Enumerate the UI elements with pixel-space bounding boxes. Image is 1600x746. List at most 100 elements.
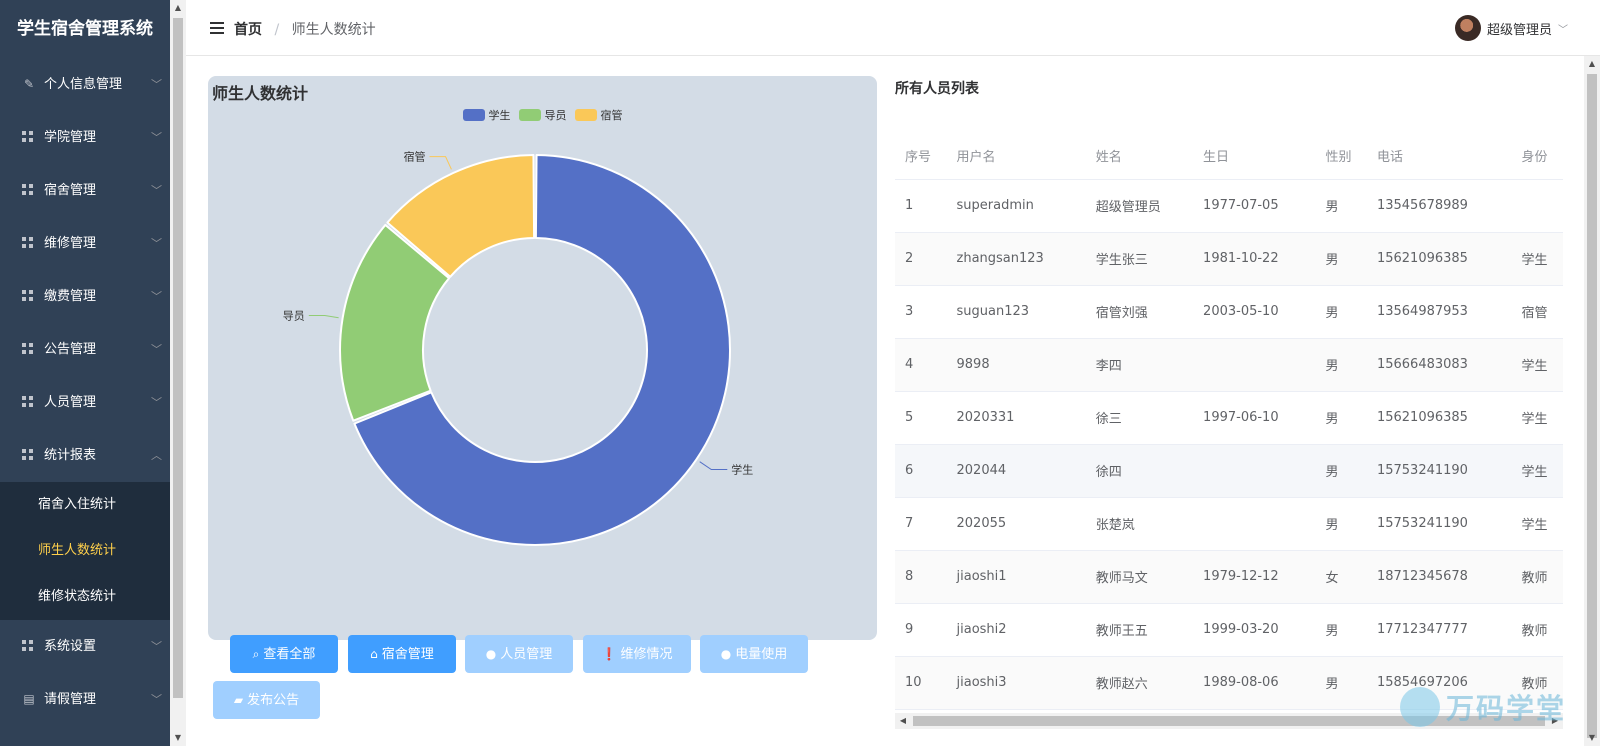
column-header[interactable]: 身份 bbox=[1511, 132, 1563, 180]
table-cell bbox=[1193, 497, 1316, 551]
watermark: 万码学堂 bbox=[1400, 687, 1566, 727]
sidebar-item[interactable]: 人员管理 ﹀ bbox=[0, 376, 170, 429]
avatar[interactable] bbox=[1454, 15, 1481, 41]
table-cell: 男 bbox=[1315, 444, 1367, 498]
label-leader-line bbox=[308, 315, 339, 319]
table-row[interactable]: 8 jiaoshi1 教师马文 1979-12-12 女 18712345678 教师 bbox=[895, 550, 1563, 604]
menu-toggle-icon[interactable] bbox=[210, 22, 224, 34]
column-header[interactable]: 生日 bbox=[1193, 132, 1316, 180]
table-cell: 9 bbox=[895, 603, 947, 657]
table-cell: 学生 bbox=[1511, 338, 1563, 392]
button-label: 电量使用 bbox=[735, 647, 788, 662]
table-cell: 10 bbox=[895, 656, 947, 710]
action-button[interactable]: ❗ 维修情况 bbox=[583, 635, 691, 673]
table-cell bbox=[1193, 338, 1316, 392]
table-row[interactable]: 5 2020331 徐三 1997-06-10 男 15621096385 学生 bbox=[895, 391, 1563, 445]
table-cell: 李四 bbox=[1085, 338, 1194, 392]
column-header[interactable]: 序号 bbox=[895, 132, 947, 180]
sidebar-item[interactable]: ▤ 请假管理 ﹀ bbox=[0, 673, 170, 726]
main-vertical-scrollbar[interactable]: ▲ ▼ bbox=[1584, 56, 1600, 746]
table-cell: 女 bbox=[1315, 550, 1367, 604]
sidebar-item[interactable]: 学院管理 ﹀ bbox=[0, 111, 170, 164]
grid-icon bbox=[22, 131, 33, 142]
table-cell: 1997-06-10 bbox=[1193, 391, 1316, 445]
action-button[interactable]: ● 电量使用 bbox=[700, 635, 808, 673]
chevron-down-icon: ﹀ bbox=[151, 78, 162, 91]
table-cell: 13545678989 bbox=[1366, 179, 1512, 233]
table-row[interactable]: 3 suguan123 宿管刘强 2003-05-10 男 13564987953 宿管 bbox=[895, 285, 1563, 339]
sidebar-item[interactable]: 公告管理 ﹀ bbox=[0, 323, 170, 376]
table-cell: 教师赵六 bbox=[1085, 656, 1194, 710]
table-cell: 8 bbox=[895, 550, 947, 604]
sidebar-item-label: 缴费管理 bbox=[44, 289, 97, 304]
watermark-logo-icon bbox=[1400, 687, 1440, 727]
search-icon: ⌕ bbox=[252, 647, 260, 661]
table-cell: jiaoshi1 bbox=[946, 550, 1086, 604]
table-cell: 学生 bbox=[1511, 391, 1563, 445]
table-cell: 1979-12-12 bbox=[1193, 550, 1316, 604]
column-header[interactable]: 姓名 bbox=[1085, 132, 1194, 180]
sidebar-item[interactable]: 宿舍管理 ﹀ bbox=[0, 164, 170, 217]
sidebar-item[interactable]: 系统设置 ﹀ bbox=[0, 620, 170, 673]
scroll-left-arrow-icon[interactable]: ◀ bbox=[895, 713, 911, 729]
table-cell: 202044 bbox=[946, 444, 1086, 498]
people-table: 序号 用户名 姓名 生日 性别 电话 身份 1 superadmin 超级管理员 1977-07-… bbox=[895, 132, 1563, 710]
table-row[interactable]: 1 superadmin 超级管理员 1977-07-05 男 13545678989 bbox=[895, 179, 1563, 233]
table-row[interactable]: 6 202044 徐四 男 15753241190 学生 bbox=[895, 444, 1563, 498]
user-name[interactable]: 超级管理员 bbox=[1487, 19, 1552, 38]
sidebar-subitem[interactable]: 师生人数统计 bbox=[0, 528, 170, 574]
button-label: 查看全部 bbox=[263, 647, 316, 662]
sidebar-subitem[interactable]: 维修状态统计 bbox=[0, 574, 170, 620]
table-row[interactable]: 9 jiaoshi2 教师王五 1999-03-20 男 17712347777 教师 bbox=[895, 603, 1563, 657]
table-cell: 男 bbox=[1315, 338, 1367, 392]
action-button[interactable]: ⌂ 宿舍管理 bbox=[348, 635, 456, 673]
slice-label: 导员 bbox=[283, 310, 305, 323]
sidebar-scroll-thumb[interactable] bbox=[173, 18, 183, 698]
chevron-down-icon[interactable]: ﹀ bbox=[1558, 21, 1568, 36]
button-label: 发布公告 bbox=[247, 693, 300, 708]
table-cell: 男 bbox=[1315, 232, 1367, 286]
table-cell: 1981-10-22 bbox=[1193, 232, 1316, 286]
table-row[interactable]: 4 9898 李四 男 15666483083 学生 bbox=[895, 338, 1563, 392]
table-cell: 7 bbox=[895, 497, 947, 551]
scroll-up-arrow-icon[interactable]: ▲ bbox=[1584, 56, 1600, 72]
scroll-up-arrow-icon[interactable]: ▲ bbox=[170, 0, 186, 16]
table-cell: 教师 bbox=[1511, 603, 1563, 657]
grid-icon bbox=[22, 343, 33, 354]
table-cell: 15621096385 bbox=[1366, 232, 1512, 286]
main-scroll-thumb[interactable] bbox=[1587, 74, 1597, 738]
column-header[interactable]: 电话 bbox=[1366, 132, 1512, 180]
sidebar-item[interactable]: 维修管理 ﹀ bbox=[0, 217, 170, 270]
slice-label: 宿管 bbox=[404, 150, 426, 164]
breadcrumb-home[interactable]: 首页 bbox=[234, 22, 262, 38]
table-row[interactable]: 2 zhangsan123 学生张三 1981-10-22 男 15621096385 学生 bbox=[895, 232, 1563, 286]
table-cell: 男 bbox=[1315, 285, 1367, 339]
home-icon: ⌂ bbox=[370, 647, 378, 661]
sidebar-item[interactable]: 统计报表 ︿ bbox=[0, 429, 170, 482]
sidebar-item[interactable]: 缴费管理 ﹀ bbox=[0, 270, 170, 323]
scroll-down-arrow-icon[interactable]: ▼ bbox=[1584, 730, 1600, 746]
column-header[interactable]: 性别 bbox=[1315, 132, 1367, 180]
table-cell: 3 bbox=[895, 285, 947, 339]
grid-icon bbox=[22, 290, 33, 301]
action-button[interactable]: ⌕ 查看全部 bbox=[230, 635, 338, 673]
sidebar-item-label: 个人信息管理 bbox=[44, 77, 123, 92]
top-header: 首页 / 师生人数统计 超级管理员 ﹀ bbox=[186, 0, 1600, 56]
table-cell: 教师 bbox=[1511, 550, 1563, 604]
chat-icon: ▰ bbox=[233, 693, 244, 707]
column-header[interactable]: 用户名 bbox=[946, 132, 1086, 180]
label-leader-line bbox=[429, 156, 452, 170]
button-label: 维修情况 bbox=[620, 647, 673, 662]
table-row[interactable]: 7 202055 张楚岚 男 15753241190 学生 bbox=[895, 497, 1563, 551]
sidebar-subitem[interactable]: 宿舍入住统计 bbox=[0, 482, 170, 528]
action-button[interactable]: ▰ 发布公告 bbox=[213, 681, 320, 719]
sidebar-scrollbar[interactable]: ▲ ▼ bbox=[170, 0, 186, 746]
table-cell: suguan123 bbox=[946, 285, 1086, 339]
label-leader-line bbox=[699, 461, 728, 471]
user-menu[interactable]: 超级管理员 ﹀ bbox=[1454, 15, 1568, 41]
sidebar-item[interactable]: ✎ 个人信息管理 ﹀ bbox=[0, 58, 170, 111]
action-button[interactable]: ● 人员管理 bbox=[465, 635, 573, 673]
table-cell bbox=[1193, 444, 1316, 498]
scroll-down-arrow-icon[interactable]: ▼ bbox=[170, 730, 186, 746]
table-cell: 15753241190 bbox=[1366, 444, 1512, 498]
